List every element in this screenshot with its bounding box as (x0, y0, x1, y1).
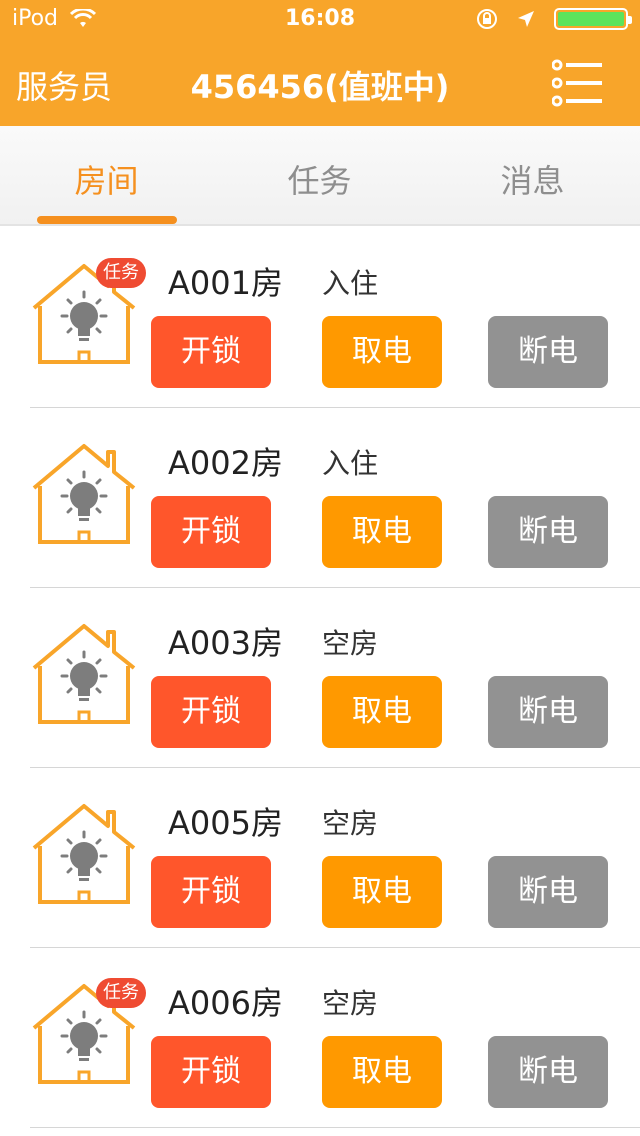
power-off-button[interactable]: 断电 (488, 496, 608, 568)
room-row: A005房 空房 开锁 取电 断电 (0, 768, 640, 948)
menu-list-icon[interactable] (552, 58, 602, 108)
room-status: 空房 (322, 987, 379, 1020)
room-row: 任务 A006房 空房 开锁 取电 断电 (0, 948, 640, 1128)
room-status: 空房 (322, 627, 379, 660)
room-name: A001房 (168, 264, 283, 302)
unlock-button[interactable]: 开锁 (151, 856, 271, 928)
unlock-button[interactable]: 开锁 (151, 496, 271, 568)
tab-tasks[interactable]: 任务 (213, 156, 426, 202)
battery-icon (554, 8, 632, 30)
room-name: A003房 (168, 624, 283, 662)
unlock-button[interactable]: 开锁 (151, 1036, 271, 1108)
room-name: A002房 (168, 444, 283, 482)
room-name: A005房 (168, 804, 283, 842)
tab-indicator (37, 216, 177, 224)
tab-rooms[interactable]: 房间 (0, 156, 213, 202)
power-on-button[interactable]: 取电 (322, 676, 442, 748)
task-badge: 任务 (96, 978, 146, 1008)
room-row: 任务 A001房 入住 开锁 取电 断电 (0, 228, 640, 408)
page-title: 456456(值班中) (190, 68, 450, 106)
room-row: A003房 空房 开锁 取电 断电 (0, 588, 640, 768)
power-on-button[interactable]: 取电 (322, 496, 442, 568)
room-status: 入住 (322, 267, 379, 300)
status-right (476, 8, 632, 30)
tab-messages[interactable]: 消息 (426, 156, 639, 202)
power-on-button[interactable]: 取电 (322, 316, 442, 388)
power-off-button[interactable]: 断电 (488, 856, 608, 928)
app-screen: iPod 16:08 服务员 456456(值班中) 房间 任务 消息 任务 A… (0, 0, 640, 1136)
power-off-button[interactable]: 断电 (488, 1036, 608, 1108)
unlock-button[interactable]: 开锁 (151, 676, 271, 748)
task-badge: 任务 (96, 258, 146, 288)
nav-bar: 服务员 456456(值班中) (0, 40, 640, 126)
room-row: A002房 入住 开锁 取电 断电 (0, 408, 640, 588)
row-divider (30, 1127, 640, 1128)
status-bar: iPod 16:08 (0, 0, 640, 40)
house-bulb-icon (32, 444, 136, 544)
power-on-button[interactable]: 取电 (322, 856, 442, 928)
rotation-lock-icon (477, 9, 497, 29)
tab-bar: 房间 任务 消息 (0, 126, 640, 226)
room-name: A006房 (168, 984, 283, 1022)
room-status: 空房 (322, 807, 379, 840)
power-off-button[interactable]: 断电 (488, 316, 608, 388)
location-icon (518, 11, 534, 27)
unlock-button[interactable]: 开锁 (151, 316, 271, 388)
power-on-button[interactable]: 取电 (322, 1036, 442, 1108)
house-bulb-icon (32, 804, 136, 904)
power-off-button[interactable]: 断电 (488, 676, 608, 748)
house-bulb-icon (32, 624, 136, 724)
top-bar: iPod 16:08 服务员 456456(值班中) (0, 0, 640, 126)
room-status: 入住 (322, 447, 379, 480)
